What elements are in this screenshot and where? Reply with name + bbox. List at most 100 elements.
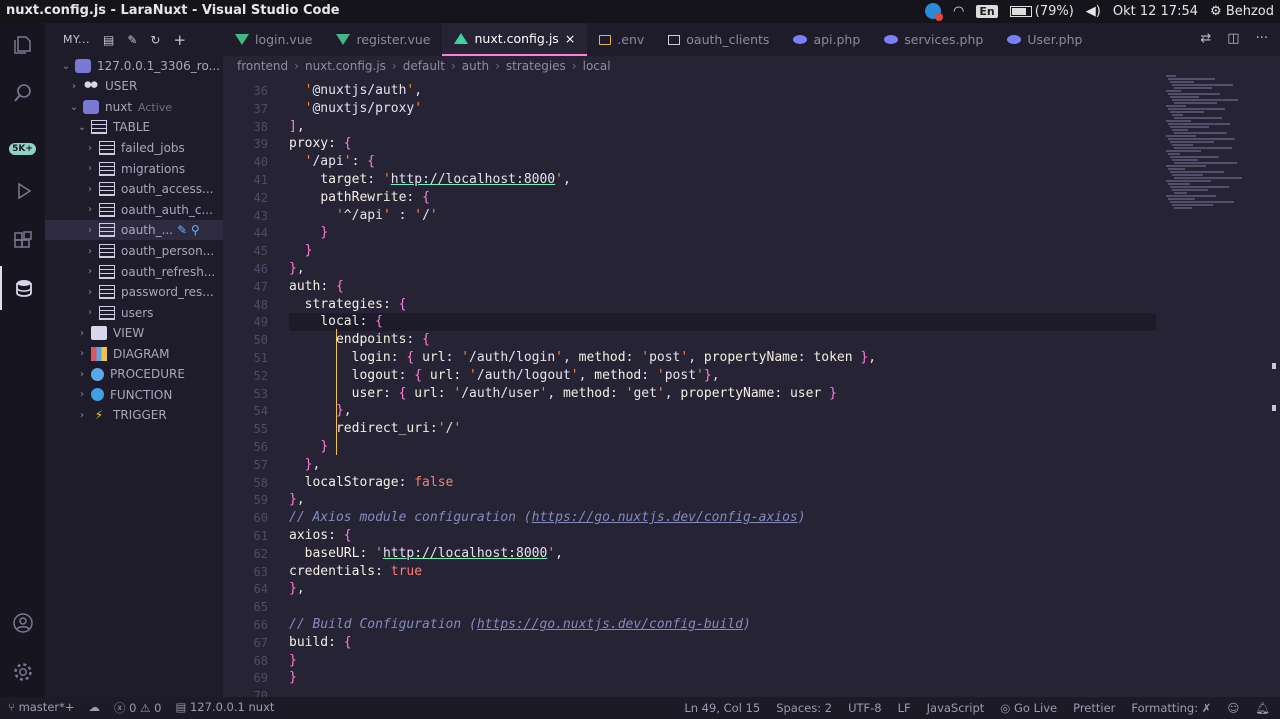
user-menu[interactable]: ⚙ Behzod: [1210, 4, 1274, 19]
source-control-icon[interactable]: 5K+: [0, 127, 45, 171]
code-editor[interactable]: 36 37 38 39 40 41 42 43 44 45 46 47 48 49 50 51 52 53 54 55…: [223, 75, 1266, 697]
source-control-badge: 5K+: [9, 143, 36, 155]
volume-icon[interactable]: ◀): [1086, 4, 1101, 19]
battery-indicator[interactable]: (79%): [1009, 4, 1074, 19]
branch-indicator[interactable]: ⑂ master*+: [8, 700, 75, 716]
problems-indicator[interactable]: ⓧ 0 ⚠ 0: [114, 700, 161, 716]
table-icon: [99, 161, 115, 176]
notifications-icon[interactable]: 🔔︎: [1255, 701, 1270, 715]
table-item[interactable]: › oauth_person...: [45, 241, 223, 261]
table-item[interactable]: › failed_jobs: [45, 138, 223, 158]
extensions-icon[interactable]: [0, 219, 45, 263]
sidebar-title: MY...: [63, 33, 90, 46]
table-item[interactable]: › oauth_access...: [45, 179, 223, 199]
run-debug-icon[interactable]: [0, 169, 45, 213]
db-connection-indicator[interactable]: ▤ 127.0.0.1 nuxt: [175, 700, 274, 716]
end-of-line[interactable]: LF: [898, 701, 911, 715]
table-item[interactable]: › users: [45, 303, 223, 323]
line-number: 66: [253, 618, 268, 632]
minimap-line: [1174, 162, 1237, 164]
chevron-right-icon: ›: [88, 245, 92, 257]
more-actions-icon[interactable]: ···: [1256, 31, 1268, 46]
code-line: logout: { url: '/auth/logout', method: '…: [351, 367, 720, 383]
connection-node[interactable]: ⌄ 127.0.0.1_3306_ro...: [45, 56, 223, 76]
code-line: local: {: [320, 314, 383, 330]
formatting-status[interactable]: Formatting: ✗: [1131, 701, 1211, 715]
breadcrumb-item[interactable]: nuxt.config.js: [305, 59, 386, 73]
close-icon[interactable]: ×: [565, 31, 575, 46]
code-line: '@nuxtjs/auth',: [304, 83, 423, 98]
minimap-line: [1166, 105, 1186, 107]
compare-icon[interactable]: ⇄: [1200, 31, 1211, 46]
table-item[interactable]: › oauth_refresh...: [45, 262, 223, 282]
connection-icon: [75, 59, 91, 73]
table-icon: [99, 223, 115, 238]
minimap-line: [1172, 99, 1238, 101]
wifi-icon[interactable]: ◠: [953, 4, 964, 19]
database-icon[interactable]: [0, 266, 45, 310]
code-line: login: { url: '/auth/login', method: 'po…: [351, 350, 877, 365]
section-node[interactable]: › VIEW: [45, 323, 223, 343]
explorer-icon[interactable]: [0, 23, 45, 67]
breadcrumb-item[interactable]: frontend: [237, 59, 288, 73]
tab-nuxt-config-js[interactable]: nuxt.config.js ×: [442, 23, 588, 56]
section-node[interactable]: › FUNCTION: [45, 385, 223, 405]
minimap-line: [1174, 102, 1217, 104]
tab-oauth-clients[interactable]: oauth_clients: [656, 23, 781, 56]
indentation[interactable]: Spaces: 2: [776, 701, 832, 715]
cursor-position[interactable]: Ln 49, Col 15: [684, 701, 760, 715]
split-editor-icon[interactable]: ◫: [1227, 31, 1239, 46]
breadcrumb-item[interactable]: auth: [462, 59, 489, 73]
minimap[interactable]: [1162, 75, 1266, 215]
account-icon[interactable]: [0, 601, 45, 645]
tab-env[interactable]: .env: [587, 23, 656, 56]
section-node[interactable]: › PROCEDURE: [45, 364, 223, 384]
keyboard-layout[interactable]: En: [976, 4, 998, 18]
tab-api-php[interactable]: api.php: [781, 23, 872, 56]
chevron-right-icon: ›: [571, 58, 577, 73]
section-node[interactable]: › ⚡ TRIGGER: [45, 405, 223, 425]
line-number: 45: [253, 244, 268, 259]
editor-actions: ⇄ ◫ ···: [1200, 31, 1268, 46]
line-number: 39: [253, 137, 268, 152]
sync-icon[interactable]: ☁: [89, 700, 101, 716]
database-explorer: MY... ▤ ✎ ↻ + ⌄ 127.0.0.1_3306_ro... › USE…: [45, 23, 223, 697]
clock[interactable]: Okt 12 17:54: [1113, 4, 1198, 19]
feedback-icon[interactable]: ☺: [1227, 701, 1239, 715]
settings-icon[interactable]: [0, 650, 45, 694]
tab-register-vue[interactable]: register.vue: [324, 23, 442, 56]
line-number: 69: [253, 671, 268, 686]
minimap-line: [1166, 135, 1196, 137]
table-item[interactable]: › password_res...: [45, 282, 223, 302]
breadcrumb-item[interactable]: strategies: [506, 59, 566, 73]
breadcrumb-item[interactable]: local: [583, 59, 611, 73]
refresh-icon[interactable]: ↻: [150, 33, 160, 47]
edit-table-icon[interactable]: ✎ ⚲: [177, 223, 200, 237]
section-node[interactable]: › DIAGRAM: [45, 344, 223, 364]
table-group-node[interactable]: ⌄ TABLE: [45, 117, 223, 137]
table-item[interactable]: › oauth_auth_c...: [45, 200, 223, 220]
user-node[interactable]: › USER: [45, 76, 223, 96]
code-line: ],: [289, 118, 305, 134]
add-connection-icon[interactable]: +: [173, 31, 186, 49]
language-mode[interactable]: JavaScript: [927, 701, 985, 715]
table-item[interactable]: › oauth_... ✎ ⚲: [45, 220, 223, 241]
edit-icon[interactable]: ✎: [127, 33, 137, 47]
tab-user-php[interactable]: User.php: [995, 23, 1094, 56]
tab-services-php[interactable]: services.php: [872, 23, 995, 56]
code-line: strategies: {: [304, 296, 407, 312]
prettier-status[interactable]: Prettier: [1073, 701, 1115, 715]
database-node[interactable]: ⌄ nuxt Active: [45, 97, 223, 117]
search-icon[interactable]: [0, 71, 45, 115]
new-query-icon[interactable]: ▤: [103, 33, 114, 47]
encoding[interactable]: UTF-8: [848, 701, 882, 715]
table-item[interactable]: › migrations: [45, 159, 223, 179]
scrollbar[interactable]: [1266, 75, 1280, 697]
minimap-line: [1174, 87, 1212, 89]
go-live-button[interactable]: ◎ Go Live: [1000, 701, 1057, 715]
database-node-icon: [83, 100, 99, 114]
minimap-line: [1172, 114, 1183, 116]
breadcrumb-item[interactable]: default: [403, 59, 445, 73]
tab-login-vue[interactable]: login.vue: [223, 23, 324, 56]
notification-icon[interactable]: [925, 3, 944, 21]
